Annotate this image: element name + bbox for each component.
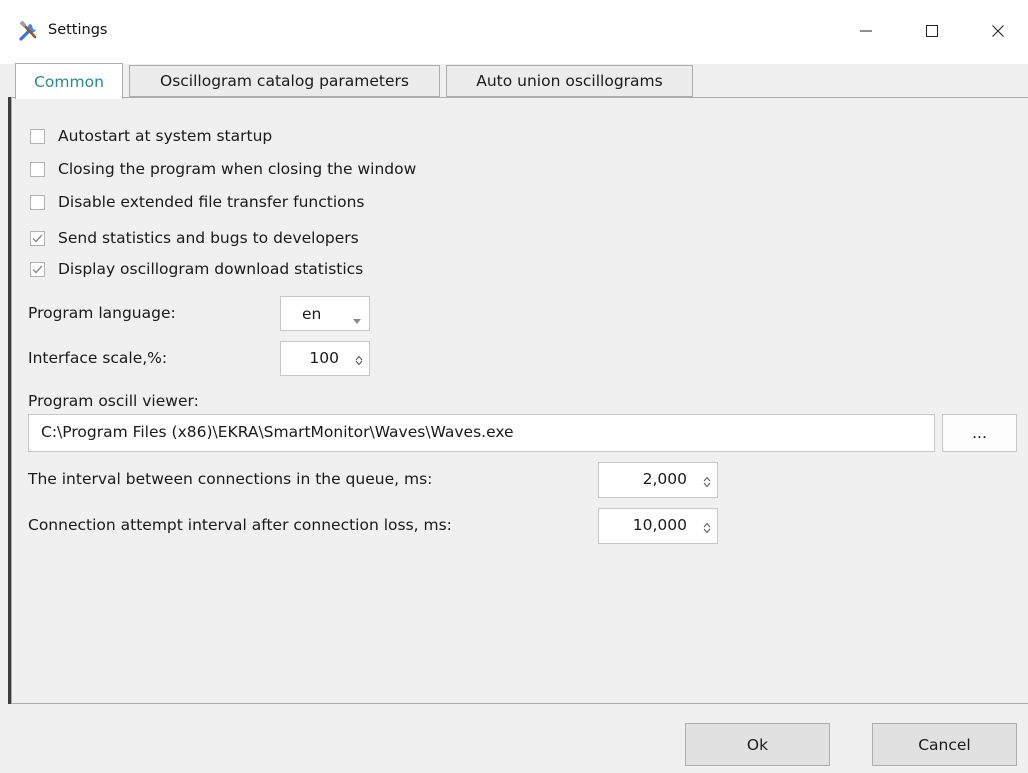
panel-left-edge <box>8 97 11 704</box>
spin-down-icon[interactable] <box>703 474 711 492</box>
tab-auto-union-oscillograms[interactable]: Auto union oscillograms <box>446 65 693 97</box>
interface-scale-value: 100 <box>309 349 339 367</box>
disable-extended-transfer-checkbox[interactable] <box>30 194 45 210</box>
checkmark-icon <box>32 234 43 243</box>
close-button[interactable] <box>968 0 1028 64</box>
retry-interval-stepper[interactable]: 10,000 <box>598 508 718 544</box>
tools-icon <box>18 20 40 42</box>
spin-down-icon[interactable] <box>703 520 711 538</box>
send-statistics-checkbox-row[interactable]: Send statistics and bugs to developers <box>30 227 359 249</box>
close-on-window-close-checkbox-row[interactable]: Closing the program when closing the win… <box>30 158 416 180</box>
close-on-window-close-checkbox[interactable] <box>30 161 45 177</box>
disable-extended-transfer-checkbox-row[interactable]: Disable extended file transfer functions <box>30 191 365 213</box>
tab-label: Oscillogram catalog parameters <box>160 72 409 90</box>
minimize-icon <box>860 23 872 41</box>
oscill-viewer-path-value: C:\Program Files (x86)\EKRA\SmartMonitor… <box>41 423 514 441</box>
tab-label: Common <box>34 72 104 91</box>
checkbox-label: Disable extended file transfer functions <box>58 193 365 211</box>
retry-interval-label: Connection attempt interval after connec… <box>28 516 452 534</box>
display-download-stats-checkbox[interactable] <box>30 261 45 277</box>
send-statistics-checkbox[interactable] <box>30 230 45 246</box>
program-language-label: Program language: <box>28 304 176 322</box>
minimize-button[interactable] <box>836 0 896 64</box>
program-language-value: en <box>302 305 322 323</box>
autostart-checkbox-row[interactable]: Autostart at system startup <box>30 125 272 147</box>
cancel-button[interactable]: Cancel <box>872 723 1017 766</box>
checkmark-icon <box>32 265 43 274</box>
ok-button[interactable]: Ok <box>685 723 830 766</box>
queue-interval-label: The interval between connections in the … <box>28 470 433 488</box>
program-language-select[interactable]: en <box>280 296 370 331</box>
maximize-button[interactable] <box>902 0 962 64</box>
browse-button[interactable]: ... <box>942 414 1017 452</box>
tab-oscillogram-catalog-parameters[interactable]: Oscillogram catalog parameters <box>129 65 440 97</box>
ok-button-label: Ok <box>746 735 769 754</box>
close-icon <box>992 23 1004 41</box>
checkbox-label: Display oscillogram download statistics <box>58 260 364 278</box>
chevron-down-icon <box>353 310 361 328</box>
cancel-button-label: Cancel <box>918 735 971 754</box>
tab-label: Auto union oscillograms <box>476 72 663 90</box>
maximize-icon <box>926 23 938 41</box>
queue-interval-value: 2,000 <box>642 470 687 488</box>
checkbox-label: Send statistics and bugs to developers <box>58 229 359 247</box>
title-bar: Settings <box>0 0 1028 64</box>
autostart-checkbox[interactable] <box>30 128 45 144</box>
queue-interval-stepper[interactable]: 2,000 <box>598 462 718 498</box>
interface-scale-label: Interface scale,%: <box>28 349 168 367</box>
window-title: Settings <box>48 22 108 38</box>
browse-button-label: ... <box>972 424 987 442</box>
interface-scale-stepper[interactable]: 100 <box>280 341 370 376</box>
oscill-viewer-path-input[interactable]: C:\Program Files (x86)\EKRA\SmartMonitor… <box>28 414 935 452</box>
checkbox-label: Closing the program when closing the win… <box>58 160 417 178</box>
checkbox-label: Autostart at system startup <box>58 127 273 145</box>
retry-interval-value: 10,000 <box>632 516 687 534</box>
oscill-viewer-label: Program oscill viewer: <box>28 392 199 410</box>
tab-common[interactable]: Common <box>15 63 123 99</box>
spin-down-icon[interactable] <box>355 352 363 370</box>
display-download-stats-checkbox-row[interactable]: Display oscillogram download statistics <box>30 258 363 280</box>
